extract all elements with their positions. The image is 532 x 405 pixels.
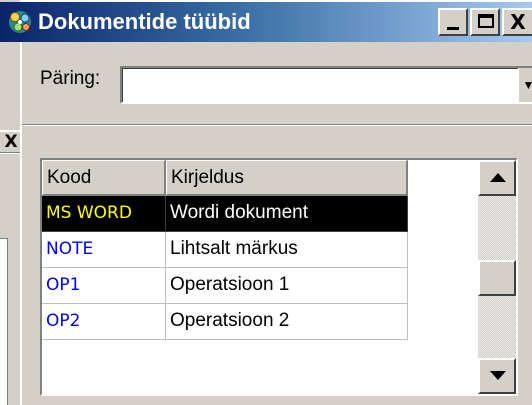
- table-row[interactable]: MS WORD Wordi dokument: [42, 196, 408, 232]
- document-types-grid: Kood Kirjeldus MS WORD Wordi dokument NO…: [40, 158, 518, 396]
- maximize-icon: [478, 14, 494, 28]
- vertical-scrollbar[interactable]: [478, 160, 516, 394]
- close-button[interactable]: X: [502, 8, 532, 36]
- scroll-down-button[interactable]: [478, 358, 516, 394]
- query-label: Päring:: [40, 68, 101, 89]
- cell-description: Lihtsalt märkus: [166, 232, 408, 268]
- column-header-code[interactable]: Kood: [42, 160, 166, 196]
- window-title: Dokumentide tüübid: [38, 9, 251, 34]
- background-window-close-button[interactable]: X: [0, 132, 22, 152]
- cell-description: Operatsioon 1: [166, 268, 408, 304]
- scroll-up-button[interactable]: [478, 160, 516, 196]
- close-icon: X: [510, 10, 526, 34]
- cell-code: OP2: [42, 304, 166, 340]
- arrow-down-icon: [490, 371, 506, 380]
- arrow-up-icon: [490, 173, 506, 182]
- background-window-panel: [0, 238, 8, 405]
- maximize-button[interactable]: [470, 8, 500, 36]
- table-row[interactable]: OP1 Operatsioon 1: [42, 268, 408, 304]
- cell-code: OP1: [42, 268, 166, 304]
- minimize-icon: [447, 27, 459, 30]
- document-types-window: Dokumentide tüübid X Päring: ▼ Kood Kirj…: [0, 0, 532, 405]
- column-header-description[interactable]: Kirjeldus: [166, 160, 408, 196]
- cell-description: Operatsioon 2: [166, 304, 408, 340]
- grid-body: Kood Kirjeldus MS WORD Wordi dokument NO…: [42, 160, 478, 394]
- scroll-thumb[interactable]: [478, 260, 516, 296]
- gear-cluster-icon: [6, 8, 34, 36]
- separator: [22, 124, 532, 126]
- cell-code: MS WORD: [42, 196, 166, 232]
- table-row[interactable]: NOTE Lihtsalt märkus: [42, 232, 408, 268]
- minimize-button[interactable]: [438, 8, 468, 36]
- query-input[interactable]: [120, 66, 532, 104]
- title-bar[interactable]: Dokumentide tüübid X: [0, 2, 532, 42]
- background-window-divider: [0, 152, 22, 154]
- cell-code: NOTE: [42, 232, 166, 268]
- table-row[interactable]: OP2 Operatsioon 2: [42, 304, 408, 340]
- cell-description: Wordi dokument: [166, 196, 408, 232]
- chevron-down-icon[interactable]: ▼: [518, 68, 532, 102]
